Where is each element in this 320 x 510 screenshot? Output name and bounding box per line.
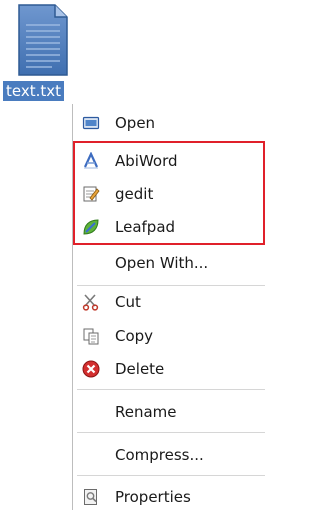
desktop: text.txt Open AbiWord gedit Leafpad Open…: [0, 0, 268, 510]
leafpad-icon: [82, 218, 100, 236]
menu-item-label: Copy: [115, 327, 154, 345]
menu-item-label: gedit: [115, 185, 154, 203]
menu-item-label: AbiWord: [115, 152, 178, 170]
text-file-icon[interactable]: [17, 3, 69, 77]
menu-item-compress[interactable]: Compress...: [73, 440, 268, 470]
menu-item-leafpad[interactable]: Leafpad: [73, 212, 268, 242]
menu-item-label: Delete: [115, 360, 165, 378]
menu-item-label: Open: [115, 114, 156, 132]
menu-item-delete[interactable]: Delete: [73, 354, 268, 384]
menu-item-label: Open With...: [115, 254, 209, 272]
gedit-icon: [82, 185, 100, 203]
menu-item-label: Properties: [115, 488, 191, 506]
context-menu: Open AbiWord gedit Leafpad Open With... …: [72, 104, 268, 510]
scissors-icon: [82, 293, 100, 311]
menu-separator: [77, 475, 265, 476]
menu-item-label: Leafpad: [115, 218, 176, 236]
menu-separator: [77, 141, 265, 142]
menu-separator: [77, 285, 265, 286]
menu-item-label: Cut: [115, 293, 141, 311]
menu-item-properties[interactable]: Properties: [73, 482, 268, 510]
open-folder-icon: [82, 114, 100, 132]
menu-item-open[interactable]: Open: [73, 108, 268, 138]
menu-item-label: Rename: [115, 403, 177, 421]
menu-item-rename[interactable]: Rename: [73, 397, 268, 427]
menu-item-gedit[interactable]: gedit: [73, 179, 268, 209]
abiword-icon: [82, 151, 100, 170]
menu-item-cut[interactable]: Cut: [73, 287, 268, 317]
menu-item-copy[interactable]: Copy: [73, 321, 268, 351]
menu-separator: [77, 432, 265, 433]
copy-icon: [82, 327, 100, 345]
menu-item-abiword[interactable]: AbiWord: [73, 146, 268, 176]
properties-icon: [82, 488, 100, 506]
menu-item-open-with[interactable]: Open With...: [73, 248, 268, 278]
menu-separator: [77, 389, 265, 390]
delete-icon: [82, 360, 100, 378]
file-name-label[interactable]: text.txt: [3, 81, 65, 101]
menu-item-label: Compress...: [115, 446, 204, 464]
